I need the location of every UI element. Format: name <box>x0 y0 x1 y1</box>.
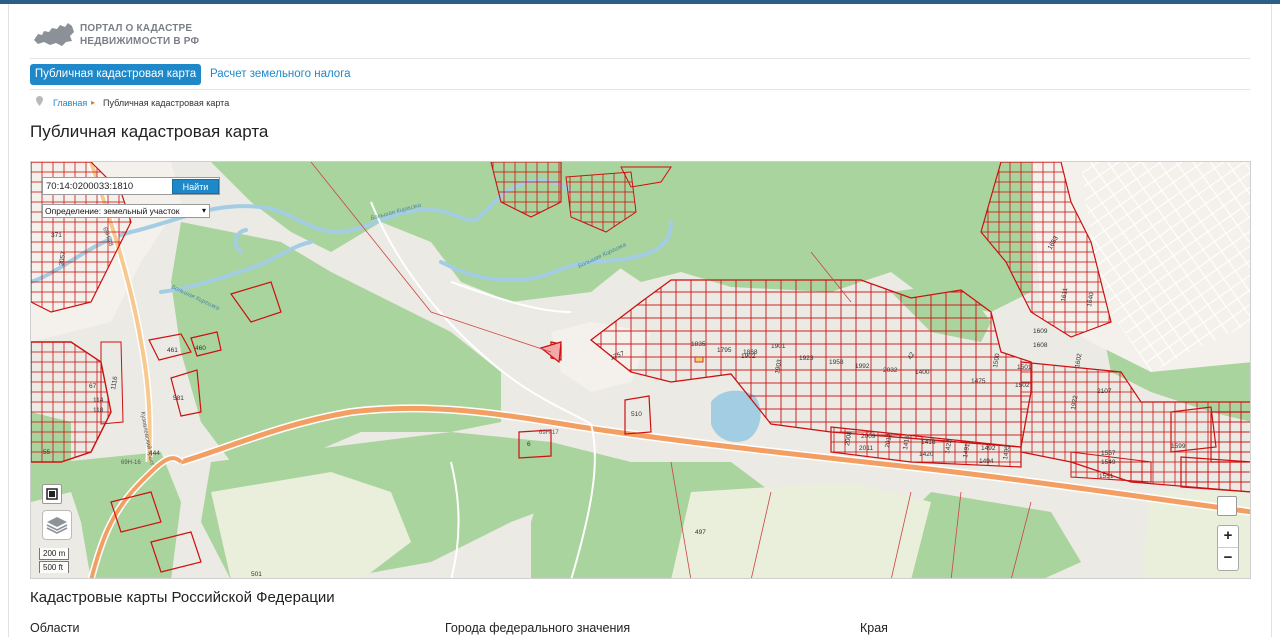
layers-icon <box>46 517 68 534</box>
plot-label: 461 <box>167 347 178 354</box>
plot-label: 1608 <box>1033 342 1048 349</box>
scale-imperial: 500 ft <box>39 561 70 573</box>
chevron-down-icon: ▾ <box>201 206 206 215</box>
plot-label: 1494 <box>979 458 994 465</box>
plot-label: 1958 <box>829 359 844 366</box>
road-label-69n-17: 69Н-17 <box>539 430 559 436</box>
logo-line-1: ПОРТАЛ О КАДАСТРЕ <box>80 23 193 34</box>
region-column-krais[interactable]: Края <box>860 621 888 635</box>
plot-label: 497 <box>695 529 706 536</box>
plot-label: 114 <box>93 397 104 404</box>
plot-label: 67 <box>89 383 97 390</box>
plot-label: 581 <box>173 395 184 402</box>
road-label-69n-16: 69Н-16 <box>121 460 141 466</box>
plot-label: 1549 <box>1101 459 1116 466</box>
russia-map-icon <box>34 23 74 46</box>
scale-bar: 200 m 500 ft <box>39 548 70 573</box>
definition-label: Определение: <box>45 206 102 216</box>
plot-label: 510 <box>631 411 642 418</box>
plot-label: 1992 <box>855 363 870 370</box>
plot-label: 2009 <box>861 433 876 440</box>
top-accent-bar <box>0 0 1280 4</box>
map-canvas[interactable]: Большая Киргизка Большая Киргизка Больша… <box>31 162 1251 579</box>
fullscreen-button[interactable] <box>1217 496 1237 516</box>
zoom-control: + − <box>1217 525 1239 571</box>
measure-tool-button[interactable] <box>42 484 62 504</box>
location-pin-icon <box>36 96 43 110</box>
layers-button[interactable] <box>42 510 72 540</box>
plot-label: 1923 <box>799 355 814 362</box>
plot-label: 1551 <box>1099 473 1114 480</box>
plot-label: 371 <box>51 232 62 239</box>
plot-label: 1599 <box>1171 443 1186 450</box>
plot-label: 2107 <box>1097 388 1112 395</box>
selected-parcel[interactable] <box>694 356 704 363</box>
scale-metric: 200 m <box>39 548 70 560</box>
page-frame-left <box>8 4 9 637</box>
header-divider <box>30 58 1250 59</box>
region-column-oblasts[interactable]: Области <box>30 621 80 635</box>
page-title: Публичная кадастровая карта <box>30 122 269 141</box>
nav-tab-cadastral-map[interactable]: Публичная кадастровая карта <box>30 64 201 85</box>
cadastral-search-box: Найти <box>42 177 220 195</box>
plot-label: 501 <box>251 571 262 578</box>
cadastral-number-input[interactable] <box>46 179 170 194</box>
plot-label: 1475 <box>971 378 986 385</box>
nav-divider <box>30 89 1250 90</box>
cadastral-map[interactable]: Большая Киргизка Большая Киргизка Больша… <box>30 161 1251 579</box>
plot-label: 444 <box>149 450 160 457</box>
plot-label: 1501 <box>1017 364 1032 371</box>
section-title: Кадастровые карты Российской Федерации <box>30 589 335 606</box>
search-button[interactable]: Найти <box>172 179 219 194</box>
plot-label: 55 <box>43 449 51 456</box>
plot-label: 1420 <box>919 451 934 458</box>
plot-label: 1502 <box>1015 382 1030 389</box>
definition-value: земельный участок <box>103 206 180 216</box>
plot-label: 6 <box>527 441 531 448</box>
plot-label: 460 <box>195 345 206 352</box>
region-column-federal-cities[interactable]: Города федерального значения <box>445 621 630 635</box>
plot-label: 1901 <box>771 343 786 350</box>
breadcrumb-separator-icon: ▸ <box>91 98 96 107</box>
plot-label: 1400 <box>915 369 930 376</box>
page-frame-right <box>1271 4 1272 637</box>
plot-label: 1557 <box>1101 450 1116 457</box>
plot-label: 2032 <box>883 367 898 374</box>
breadcrumb-home-link[interactable]: Главная <box>53 96 87 110</box>
plot-label: 2011 <box>859 445 873 452</box>
plot-label: 118 <box>93 407 104 414</box>
plot-label: 1492 <box>981 445 996 452</box>
breadcrumb-current: Публичная кадастровая карта <box>103 98 230 108</box>
plot-label: 1795 <box>717 347 732 354</box>
plot-label: 1835 <box>691 341 706 348</box>
logo-text: ПОРТАЛ О КАДАСТРЕ НЕДВИЖИМОСТИ В РФ <box>80 22 199 48</box>
plot-label: 1418 <box>921 439 936 446</box>
site-logo[interactable]: ПОРТАЛ О КАДАСТРЕ НЕДВИЖИМОСТИ В РФ <box>32 18 212 52</box>
definition-select[interactable]: Определение: земельный участок ▾ <box>42 204 210 218</box>
frame-icon <box>46 488 58 500</box>
plot-label: 1609 <box>1033 328 1048 335</box>
zoom-in-button[interactable]: + <box>1218 526 1238 548</box>
zoom-out-button[interactable]: − <box>1218 548 1238 570</box>
logo-line-2: НЕДВИЖИМОСТИ В РФ <box>80 36 200 47</box>
nav-link-land-tax[interactable]: Расчет земельного налога <box>210 64 351 85</box>
plot-label: 1902 <box>741 353 756 360</box>
